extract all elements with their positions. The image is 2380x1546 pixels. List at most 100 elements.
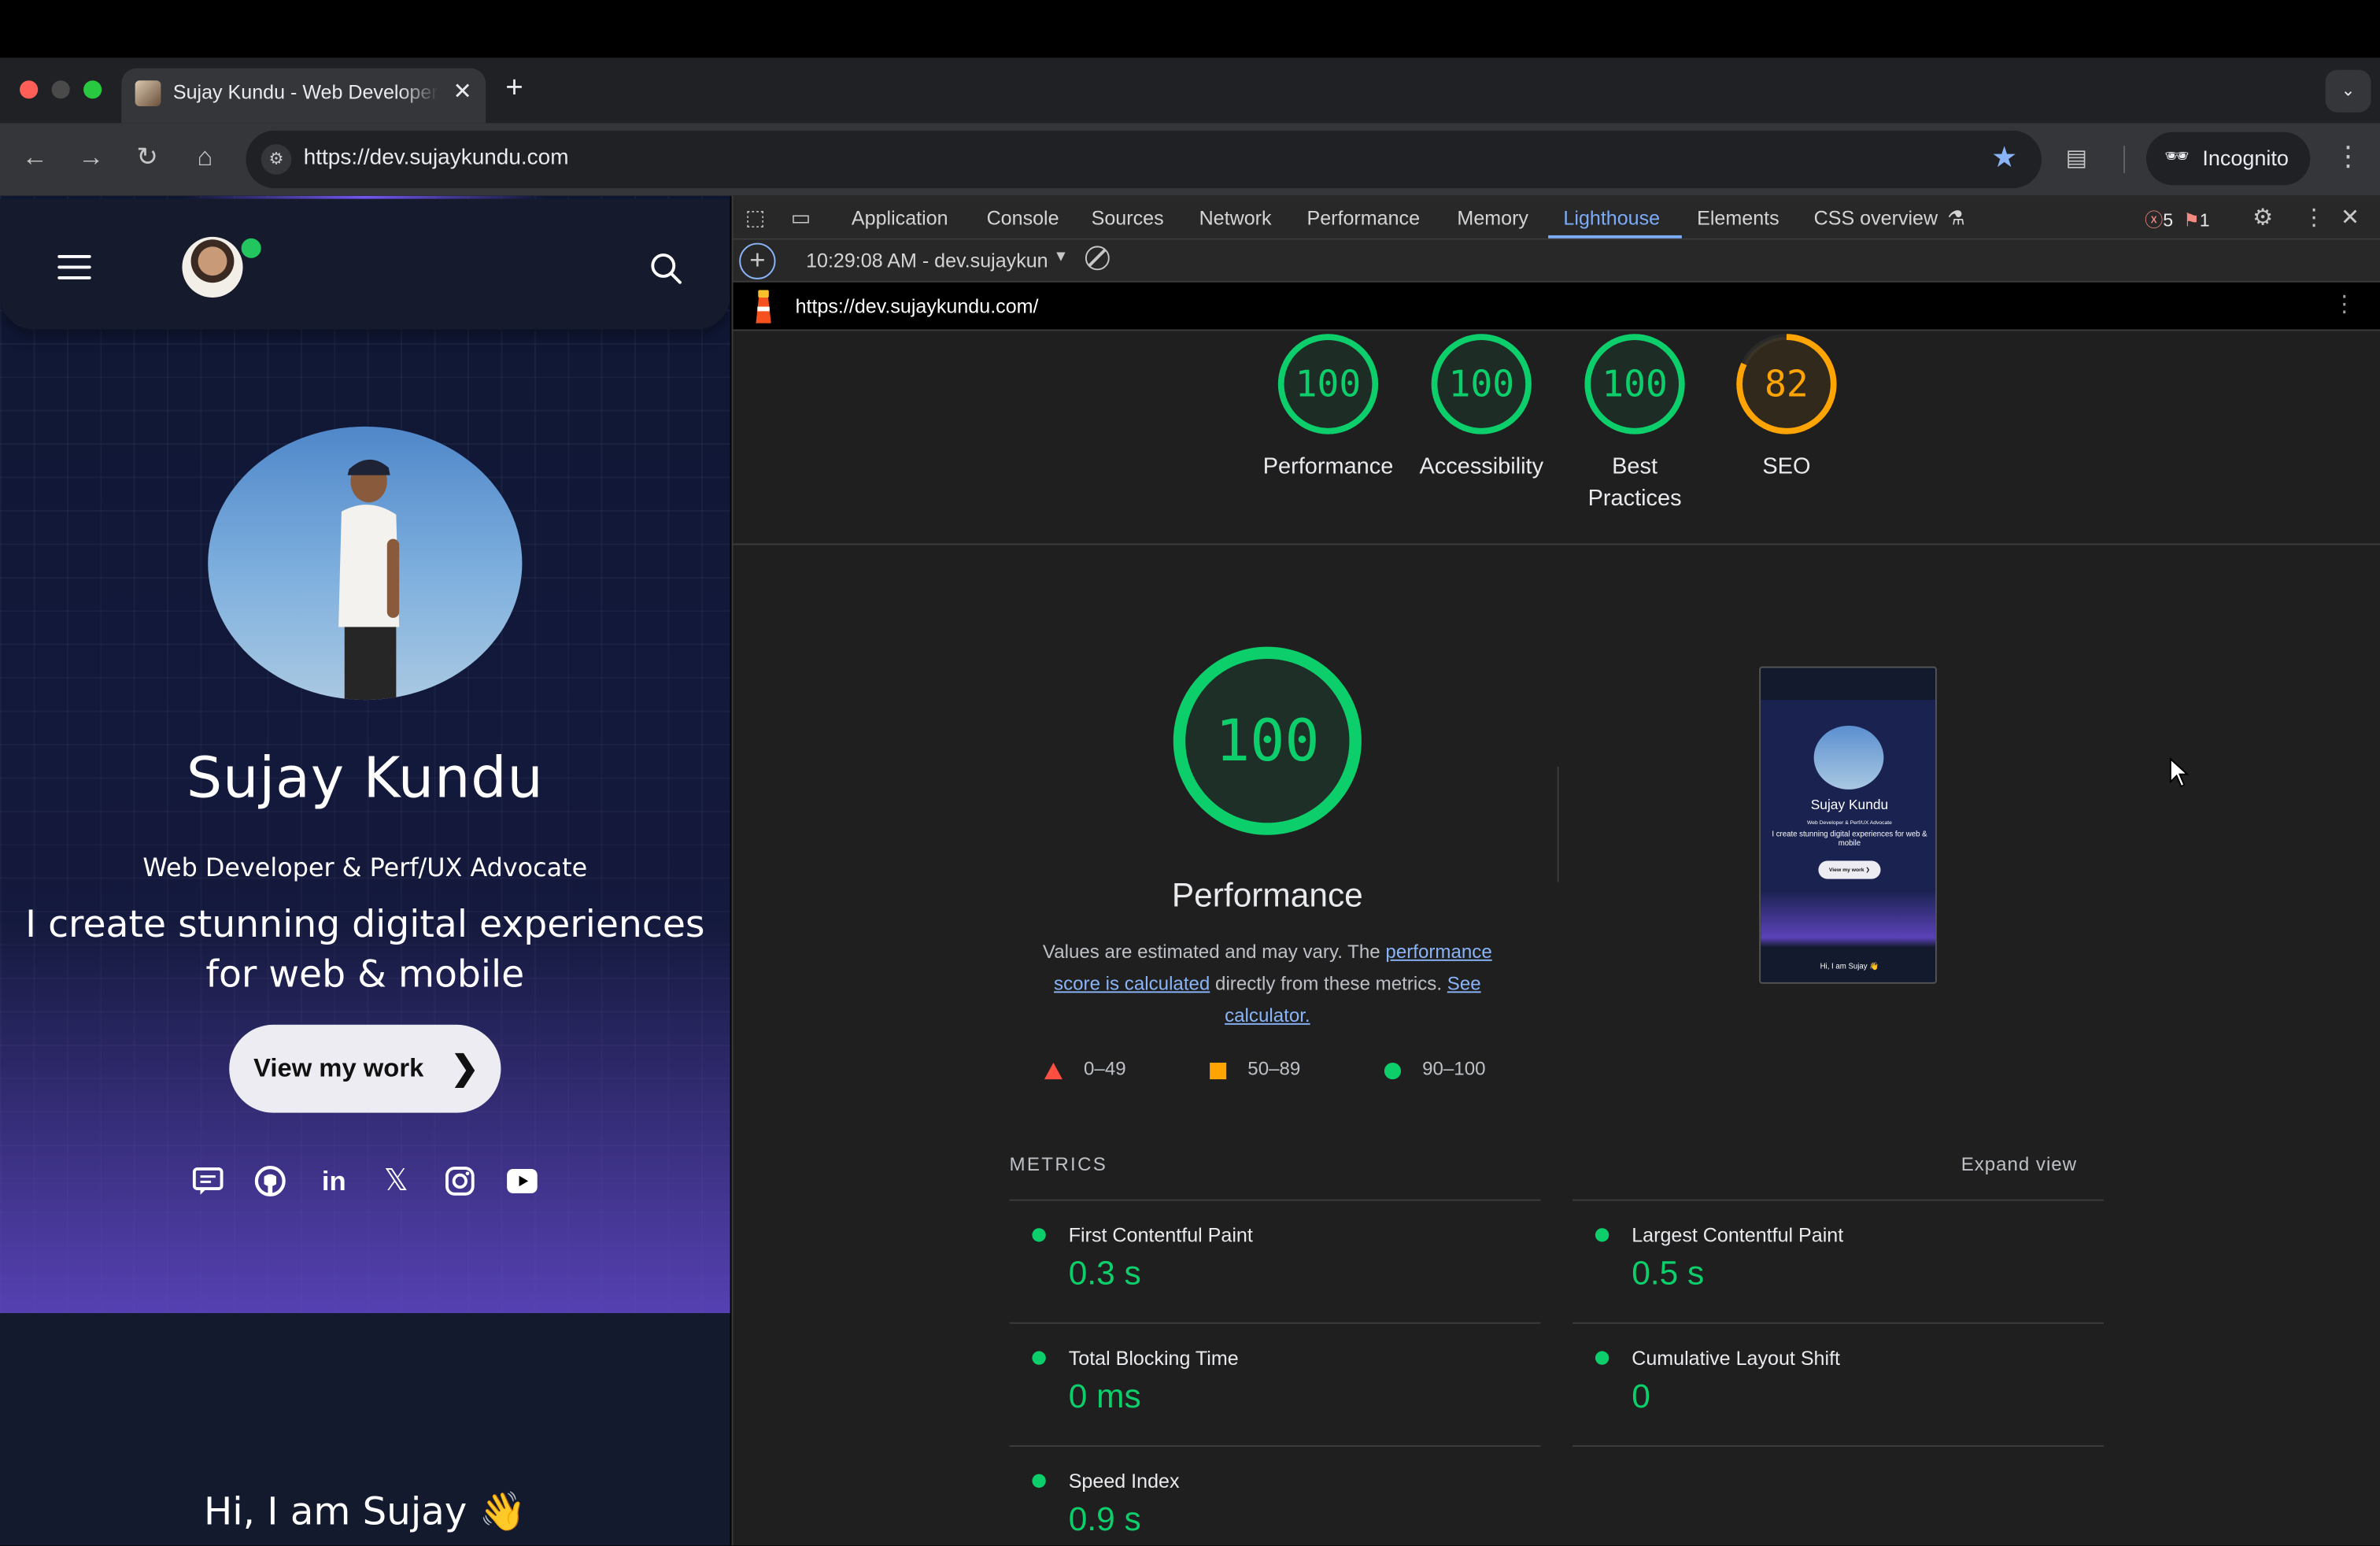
- metric-pass-dot: [1595, 1228, 1609, 1242]
- reload-icon[interactable]: ↻: [131, 142, 164, 173]
- screenshot-divider: [1557, 766, 1559, 882]
- metric-cumulative-layout-shift-name: Cumulative Layout Shift: [1632, 1346, 1841, 1370]
- thumbnail-photo: [1813, 725, 1884, 790]
- error-issue-counter[interactable]: ⓧ5 ⚑1: [2145, 206, 2210, 232]
- x-icon[interactable]: 𝕏: [379, 1164, 412, 1197]
- linkedin-icon[interactable]: in: [317, 1164, 350, 1197]
- tab-elements[interactable]: Elements: [1697, 206, 1779, 229]
- devtools-menu-icon[interactable]: ⋮: [2303, 203, 2326, 231]
- incognito-profile-button[interactable]: 🕶 Incognito: [2145, 131, 2311, 186]
- seo-score: 82: [1765, 362, 1809, 405]
- forward-icon[interactable]: →: [74, 142, 107, 173]
- tab-lighthouse[interactable]: Lighthouse: [1563, 206, 1660, 229]
- pass-circle-icon: [1384, 1062, 1402, 1080]
- close-window-button[interactable]: [20, 80, 39, 99]
- performance-description: Values are estimated and may vary. The p…: [1022, 937, 1513, 1032]
- metric-largest-contentful-paint-value: 0.5 s: [1632, 1253, 1705, 1293]
- metric-divider: [1572, 1444, 2104, 1447]
- report-menu-icon[interactable]: ⋮: [2333, 290, 2356, 317]
- settings-gear-icon[interactable]: ⚙: [2252, 203, 2273, 231]
- site-role: Web Developer & Perf/UX Advocate: [142, 853, 588, 882]
- site-name: Sujay Kundu: [186, 745, 544, 811]
- best-practices-score: 100: [1602, 362, 1668, 405]
- performance-title: Performance: [1171, 875, 1363, 914]
- devtools-panel: ⬚ ▭ Application Console Sources Network …: [731, 195, 2380, 1546]
- site-header: [0, 198, 730, 330]
- site-info-icon[interactable]: ⚙: [261, 144, 292, 175]
- site-tagline: I create stunning digital experiences fo…: [25, 901, 705, 997]
- thumbnail-role: Web Developer & Perf/UX Advocate: [1806, 819, 1892, 827]
- report-url[interactable]: https://dev.sujaykundu.com/: [796, 294, 1039, 317]
- performance-label: Performance: [1262, 453, 1394, 480]
- tab-close-icon[interactable]: ✕: [453, 77, 472, 105]
- incognito-label: Incognito: [2202, 146, 2289, 170]
- metric-divider: [1009, 1322, 1541, 1324]
- tab-performance[interactable]: Performance: [1306, 206, 1420, 229]
- reading-mode-icon[interactable]: ▤: [2066, 144, 2087, 172]
- person-figure: [338, 459, 400, 701]
- metric-divider: [1009, 1199, 1541, 1201]
- metric-first-contentful-paint-name: First Contentful Paint: [1068, 1223, 1253, 1247]
- tab-network[interactable]: Network: [1199, 206, 1272, 229]
- github-icon[interactable]: [253, 1164, 286, 1197]
- devtools-tab-bar: ⬚ ▭ Application Console Sources Network …: [733, 195, 2380, 240]
- tab-css-overview[interactable]: CSS overview: [1814, 206, 1938, 229]
- report-selector[interactable]: 10:29:08 AM - dev.sujaykundu.com: [806, 249, 1049, 272]
- maximize-window-button[interactable]: [83, 80, 102, 99]
- dropdown-caret-icon[interactable]: ▼: [1053, 249, 1068, 265]
- tab-search-button[interactable]: ⌄: [2325, 69, 2371, 113]
- performance-score: 100: [1215, 707, 1320, 775]
- website-viewport: Sujay Kundu Web Developer & Perf/UX Advo…: [0, 195, 730, 1546]
- view-my-work-button[interactable]: View my work ❯: [229, 1024, 501, 1113]
- tab-sources[interactable]: Sources: [1092, 206, 1164, 229]
- lighthouse-logo-icon: [756, 290, 771, 324]
- final-screenshot-thumbnail[interactable]: Sujay Kundu Web Developer & Perf/UX Advo…: [1759, 666, 1937, 984]
- new-tab-button[interactable]: +: [505, 72, 523, 106]
- browser-tab[interactable]: Sujay Kundu - Web Developer & Perf/UX Ad…: [121, 68, 486, 124]
- tab-memory[interactable]: Memory: [1457, 206, 1528, 229]
- metric-divider: [1009, 1444, 1541, 1447]
- chevron-right-icon: ❯: [450, 1049, 479, 1087]
- metric-pass-dot: [1032, 1474, 1046, 1488]
- bookmark-star-icon[interactable]: ★: [1991, 141, 2017, 176]
- performance-score: 100: [1295, 362, 1362, 405]
- thumbnail-tagline: I create stunning digital experiences fo…: [1772, 830, 1927, 849]
- tab-application[interactable]: Application: [852, 206, 948, 229]
- address-bar[interactable]: ⚙ https://dev.sujaykundu.com ★: [246, 130, 2042, 189]
- metric-pass-dot: [1032, 1351, 1046, 1365]
- gauges-divider: [733, 543, 2380, 546]
- chat-icon[interactable]: [191, 1164, 224, 1197]
- metric-divider: [1572, 1322, 2104, 1324]
- cta-label: View my work: [253, 1053, 424, 1083]
- lighthouse-toolbar: + 10:29:08 AM - dev.sujaykundu.com ▼: [733, 239, 2380, 283]
- home-icon[interactable]: ⌂: [188, 142, 221, 173]
- device-toolbar-icon[interactable]: ▭: [791, 205, 811, 231]
- metric-divider: [1572, 1199, 2104, 1201]
- youtube-icon[interactable]: [505, 1164, 538, 1197]
- minimize-window-button[interactable]: [51, 80, 70, 99]
- search-icon[interactable]: [649, 252, 682, 285]
- avatar[interactable]: [182, 236, 243, 298]
- thumbnail-cta: View my work ❯: [1818, 860, 1881, 879]
- back-icon[interactable]: ←: [18, 142, 51, 173]
- mouse-cursor-icon: [2169, 757, 2190, 788]
- tab-title: Sujay Kundu - Web Developer & Perf/UX Ad…: [172, 80, 438, 104]
- desc-text-2: directly from these metrics.: [1210, 973, 1447, 995]
- issue-flag-icon: ⚑: [2183, 209, 2200, 231]
- tab-console[interactable]: Console: [987, 206, 1059, 229]
- thumbnail-name: Sujay Kundu: [1810, 797, 1889, 812]
- metric-total-blocking-time-value: 0 ms: [1068, 1377, 1141, 1415]
- instagram-icon[interactable]: [443, 1164, 476, 1197]
- metric-pass-dot: [1032, 1228, 1046, 1242]
- browser-menu-icon[interactable]: ⋮: [2334, 141, 2362, 172]
- toolbar-divider: [2123, 146, 2125, 173]
- new-report-button[interactable]: +: [739, 242, 776, 279]
- accessibility-label: Accessibility: [1419, 453, 1544, 480]
- clear-reports-icon[interactable]: [1085, 246, 1110, 271]
- address-url[interactable]: https://dev.sujaykundu.com: [304, 146, 569, 170]
- close-devtools-icon[interactable]: ✕: [2341, 203, 2360, 231]
- metric-cumulative-layout-shift-value: 0: [1632, 1377, 1650, 1415]
- expand-view-toggle[interactable]: Expand view: [1961, 1154, 2077, 1175]
- inspect-element-icon[interactable]: ⬚: [745, 205, 766, 231]
- hamburger-menu-icon[interactable]: [57, 254, 91, 279]
